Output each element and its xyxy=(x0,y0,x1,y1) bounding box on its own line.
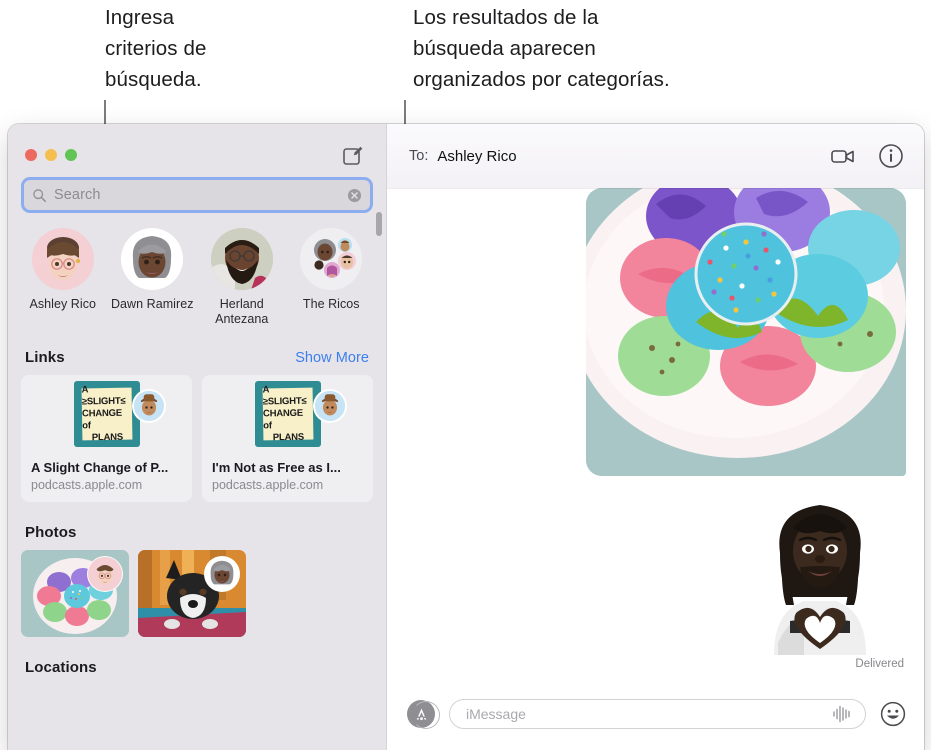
contact-herland-antezana[interactable]: Herland Antezana xyxy=(197,228,287,327)
artwork-line-1: A ≥SLIGHT≤ xyxy=(80,384,126,408)
artwork-line-3: PLANS xyxy=(91,431,123,444)
message-thread[interactable]: Delivered xyxy=(387,188,924,678)
section-header-links: Links Show More xyxy=(8,349,386,366)
group-the-ricos xyxy=(300,228,363,290)
compose-icon[interactable] xyxy=(342,145,364,167)
contact-name: The Ricos xyxy=(302,297,360,311)
callout-left-text: Ingresa criterios de búsqueda. xyxy=(105,6,207,91)
clear-icon[interactable] xyxy=(347,188,362,203)
conversation-header: To: Ashley Rico xyxy=(387,124,924,188)
search-input[interactable]: Search xyxy=(54,187,347,203)
close-button[interactable] xyxy=(25,149,37,161)
minimize-button[interactable] xyxy=(45,149,57,161)
link-title: A Slight Change of P... xyxy=(31,460,169,475)
recipient-name[interactable]: Ashley Rico xyxy=(437,148,516,165)
link-domain: podcasts.apple.com xyxy=(212,478,324,492)
link-thumbnail: A ≥SLIGHT≤ CHANGE of PLANS xyxy=(21,375,192,453)
podcast-artwork: A ≥SLIGHT≤ CHANGE of PLANS xyxy=(254,381,321,447)
avatar xyxy=(300,228,363,290)
show-more-links-button[interactable]: Show More xyxy=(295,350,369,366)
section-header-photos: Photos xyxy=(8,524,386,541)
message-status: Delivered xyxy=(855,658,904,670)
avatar xyxy=(210,228,273,290)
artwork-line-2: CHANGE of xyxy=(262,407,303,432)
contact-name: Dawn Ramirez xyxy=(110,297,194,311)
info-icon[interactable] xyxy=(878,143,904,169)
link-meta: I'm Not as Free as I... podcasts.apple.c… xyxy=(202,453,373,502)
memoji-dawn-icon xyxy=(205,557,239,590)
links-row: A ≥SLIGHT≤ CHANGE of PLANS A Slight Chan… xyxy=(8,375,386,502)
search-field[interactable]: Search xyxy=(24,180,370,210)
app-store-icon[interactable] xyxy=(407,700,440,729)
link-meta: A Slight Change of P... podcasts.apple.c… xyxy=(21,453,192,502)
section-title: Photos xyxy=(25,524,77,541)
macarons-image xyxy=(586,188,906,476)
sidebar-results[interactable]: Ashley Rico Dawn Ramirez Herland Antezan… xyxy=(8,210,386,750)
zoom-button[interactable] xyxy=(65,149,77,161)
conversation-pane: To: Ashley Rico Delivered iMessage xyxy=(386,124,924,750)
audio-waveform-icon[interactable] xyxy=(831,705,853,723)
photos-row xyxy=(8,550,386,637)
link-thumbnail: A ≥SLIGHT≤ CHANGE of PLANS xyxy=(202,375,373,453)
photo-herland xyxy=(210,228,273,290)
artwork-line-3: PLANS xyxy=(272,431,304,444)
contact-ashley-rico[interactable]: Ashley Rico xyxy=(18,228,108,327)
message-input-placeholder[interactable]: iMessage xyxy=(466,706,831,722)
contacts-row: Ashley Rico Dawn Ramirez Herland Antezan… xyxy=(8,228,386,327)
avatar xyxy=(31,228,94,290)
messages-window: Search Ashley Rico Dawn Ramirez Herland … xyxy=(8,124,924,750)
memoji-heart-hands xyxy=(774,505,866,655)
photo-badge-avatar xyxy=(87,556,123,592)
link-card[interactable]: A ≥SLIGHT≤ CHANGE of PLANS xyxy=(21,375,192,502)
memoji-ashley xyxy=(46,237,80,280)
artwork-line-1: A ≥SLIGHT≤ xyxy=(261,384,307,408)
link-title: I'm Not as Free as I... xyxy=(212,460,341,475)
podcast-artwork-text: A ≥SLIGHT≤ CHANGE of PLANS xyxy=(81,384,132,443)
link-domain: podcasts.apple.com xyxy=(31,478,143,492)
memoji-hat-icon xyxy=(132,389,166,423)
photo-thumbnail-macarons[interactable] xyxy=(21,550,129,637)
section-header-locations: Locations xyxy=(8,659,386,676)
sidebar: Search Ashley Rico Dawn Ramirez Herland … xyxy=(8,124,386,750)
contact-dawn-ramirez[interactable]: Dawn Ramirez xyxy=(108,228,198,327)
sidebar-titlebar xyxy=(8,124,386,180)
artwork-line-2: CHANGE of xyxy=(81,407,122,432)
window-traffic-lights xyxy=(25,149,77,161)
memoji-dawn xyxy=(133,236,172,278)
callout-right-text: Los resultados de la búsqueda aparecen o… xyxy=(413,6,670,91)
podcast-artwork-text: A ≥SLIGHT≤ CHANGE of PLANS xyxy=(262,384,313,443)
contact-name: Herland Antezana xyxy=(215,297,269,326)
link-card[interactable]: A ≥SLIGHT≤ CHANGE of PLANS xyxy=(202,375,373,502)
avatar xyxy=(121,228,184,290)
sidebar-scrollbar[interactable] xyxy=(376,212,382,236)
video-call-icon[interactable] xyxy=(830,143,856,169)
header-actions xyxy=(830,143,904,169)
contact-name: Ashley Rico xyxy=(29,297,97,311)
emoji-smiley-icon[interactable] xyxy=(880,701,906,727)
section-title: Locations xyxy=(25,659,97,676)
message-sticker-memoji[interactable] xyxy=(760,493,880,655)
photo-thumbnail-dog[interactable] xyxy=(138,550,246,637)
message-input[interactable]: iMessage xyxy=(449,699,866,729)
search-icon xyxy=(33,188,47,202)
message-bubble-image[interactable] xyxy=(586,188,906,476)
search-container: Search xyxy=(8,180,386,210)
photo-badge-avatar xyxy=(204,556,240,592)
to-label: To: xyxy=(409,148,429,164)
memoji-hat-icon xyxy=(313,389,347,423)
contact-the-ricos[interactable]: The Ricos xyxy=(287,228,377,327)
compose-bar: iMessage xyxy=(387,678,924,750)
memoji-ashley-icon xyxy=(88,557,122,590)
section-title: Links xyxy=(25,349,65,366)
podcast-artwork: A ≥SLIGHT≤ CHANGE of PLANS xyxy=(73,381,140,447)
